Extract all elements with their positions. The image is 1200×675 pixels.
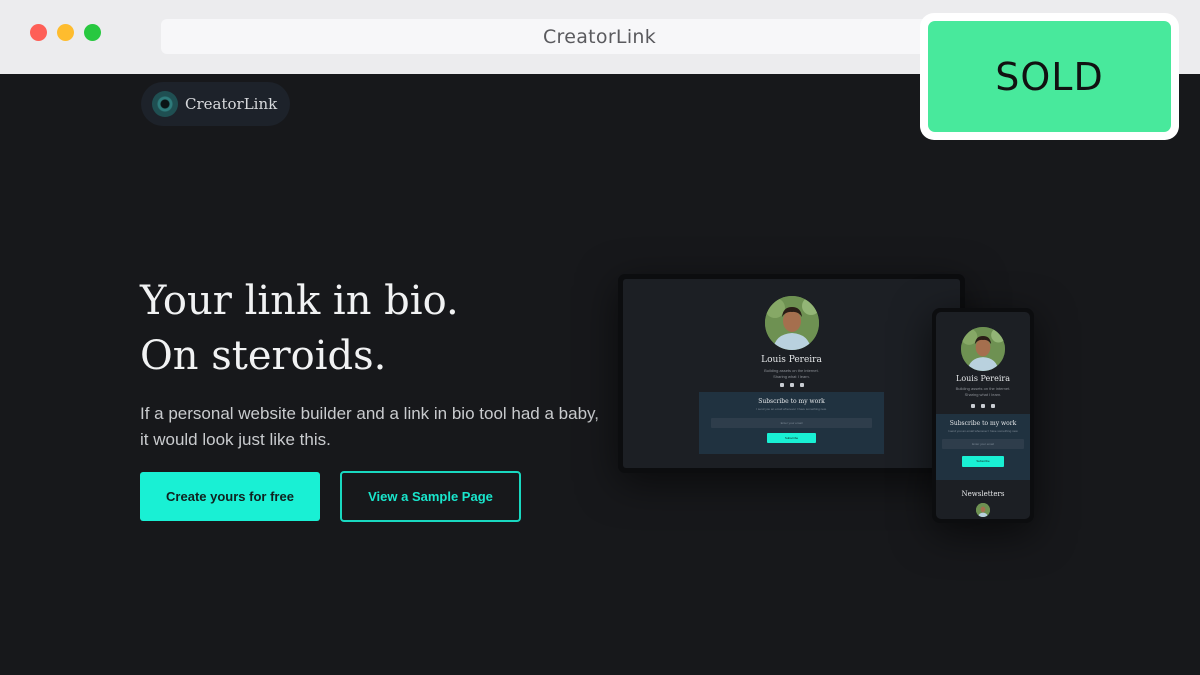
twitter-icon[interactable] (971, 404, 975, 408)
profile-name: Louis Pereira (761, 355, 822, 365)
profile-avatar (961, 327, 1005, 371)
newsletter-thumbnail[interactable] (976, 503, 990, 517)
subscribe-description: I send you an email whenever I have some… (947, 429, 1019, 433)
logo-icon (152, 91, 178, 117)
profile-bio: Building assets on the internet. Sharing… (623, 368, 960, 380)
profile-bio-line-2: Sharing what I learn. (964, 392, 1002, 397)
profile-bio-line-2: Sharing what I learn. (773, 374, 810, 379)
close-window-button[interactable] (30, 24, 47, 41)
social-links (936, 404, 1030, 408)
hero-subtitle: If a personal website builder and a link… (140, 404, 599, 449)
avatar-photo (961, 327, 1005, 371)
maximize-window-button[interactable] (84, 24, 101, 41)
twitter-icon[interactable] (779, 383, 784, 387)
hero-title-line-1: Your link in bio. (140, 278, 459, 324)
sold-badge-fill: SOLD (928, 21, 1171, 132)
avatar-photo (765, 296, 819, 350)
view-sample-page-button[interactable]: View a Sample Page (340, 471, 521, 522)
brand-logo[interactable]: CreatorLink (141, 82, 290, 126)
profile-avatar (765, 296, 819, 350)
sold-badge-label: SOLD (995, 54, 1104, 99)
subscribe-button[interactable]: Subscribe (767, 433, 816, 443)
hero-title-line-2: On steroids. (140, 333, 387, 379)
subscribe-box: Subscribe to my work I send you an email… (936, 414, 1030, 480)
social-links (623, 383, 960, 387)
hero-title: Your link in bio. On steroids. (140, 274, 459, 384)
profile-name: Louis Pereira (956, 374, 1010, 383)
address-bar[interactable]: CreatorLink (161, 19, 1038, 54)
phone-mockup: Louis Pereira Building assets on the int… (932, 308, 1034, 523)
address-bar-title: CreatorLink (542, 25, 657, 48)
brand-name: CreatorLink (185, 95, 278, 113)
subscribe-title: Subscribe to my work (758, 398, 825, 405)
email-input[interactable]: Enter your email (711, 418, 872, 428)
email-input[interactable]: Enter your email (942, 439, 1024, 449)
subscribe-title: Subscribe to my work (949, 420, 1017, 427)
instagram-icon[interactable] (799, 383, 804, 387)
phone-screen: Louis Pereira Building assets on the int… (936, 312, 1030, 519)
linkedin-icon[interactable] (981, 404, 985, 408)
subscribe-button[interactable]: Subscribe (962, 456, 1004, 467)
profile-bio: Building assets on the internet. Sharing… (936, 386, 1030, 398)
subscribe-box: Subscribe to my work I send you an email… (699, 392, 884, 454)
create-yours-button[interactable]: Create yours for free (140, 472, 320, 521)
newsletter-thumbnail-image (976, 503, 990, 517)
instagram-icon[interactable] (991, 404, 995, 408)
sold-badge: SOLD (920, 13, 1179, 140)
laptop-screen: Louis Pereira Building assets on the int… (623, 279, 960, 468)
subscribe-description: I send you an email whenever I have some… (756, 407, 827, 411)
newsletters-title: Newsletters (961, 490, 1005, 498)
linkedin-icon[interactable] (789, 383, 794, 387)
minimize-window-button[interactable] (57, 24, 74, 41)
laptop-mockup: Louis Pereira Building assets on the int… (618, 274, 965, 473)
